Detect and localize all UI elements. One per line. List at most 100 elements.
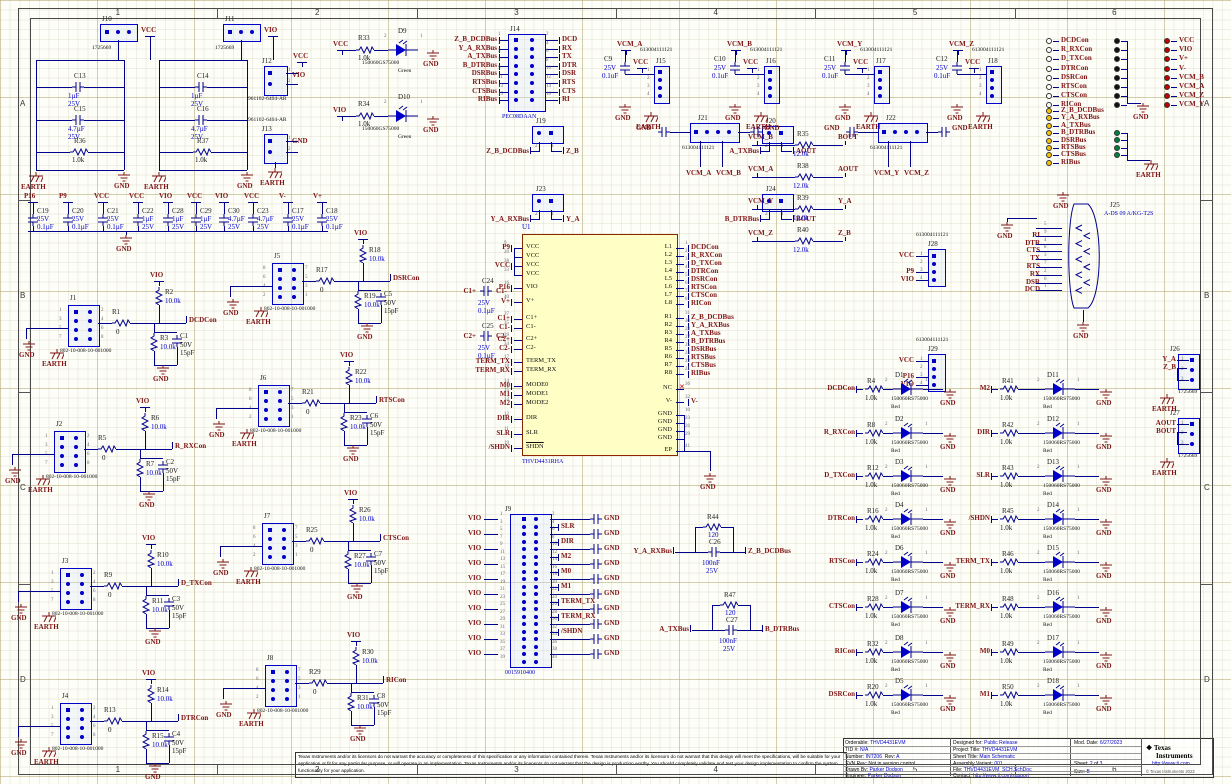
led-icon[interactable] [1045, 378, 1075, 396]
testpoint-earth[interactable] [1114, 130, 1120, 136]
resistor-icon[interactable] [316, 277, 334, 285]
resistor-icon[interactable] [309, 679, 327, 687]
led-icon[interactable] [388, 105, 418, 123]
testpoint-DSRBus[interactable] [1046, 138, 1052, 144]
capacitor-icon[interactable] [590, 529, 602, 539]
resistor-icon[interactable] [193, 148, 211, 156]
led-icon[interactable] [1045, 641, 1075, 659]
testpoint-earth[interactable] [1114, 145, 1120, 151]
connector-J28[interactable] [928, 249, 946, 287]
testpoint-gnd[interactable] [1114, 84, 1120, 90]
capacitor-icon[interactable] [952, 62, 962, 74]
connector-J15[interactable] [654, 66, 670, 104]
connector-J18[interactable] [986, 66, 1002, 104]
connector-J6[interactable] [258, 385, 290, 427]
connector-J8[interactable] [265, 665, 297, 707]
resistor-icon[interactable] [112, 319, 130, 327]
resistor-icon[interactable] [1000, 691, 1018, 699]
resistor-icon[interactable] [98, 445, 116, 453]
resistor-icon[interactable] [865, 472, 883, 480]
connector-J1[interactable] [68, 305, 100, 347]
capacitor-icon[interactable] [730, 62, 740, 74]
testpoint-VCM_B[interactable] [1164, 75, 1170, 81]
resistor-icon[interactable] [347, 693, 355, 711]
connector-J7[interactable] [262, 523, 294, 565]
resistor-icon[interactable] [865, 385, 883, 393]
resistor-icon[interactable] [865, 515, 883, 523]
resistor-icon[interactable] [136, 459, 144, 477]
capacitor-icon[interactable] [590, 514, 602, 524]
resistor-icon[interactable] [1000, 648, 1018, 656]
resistor-icon[interactable] [1000, 385, 1018, 393]
testpoint-VCM_A[interactable] [1164, 84, 1170, 90]
resistor-icon[interactable] [340, 413, 348, 431]
testpoint-gnd[interactable] [1114, 75, 1120, 81]
resistor-icon[interactable] [865, 603, 883, 611]
resistor-icon[interactable] [104, 717, 122, 725]
db9-connector[interactable] [1062, 202, 1106, 310]
led-icon[interactable] [388, 39, 418, 57]
resistor-icon[interactable] [147, 685, 155, 703]
testpoint-V-[interactable] [1164, 66, 1170, 72]
resistor-icon[interactable] [142, 731, 150, 749]
resistor-icon[interactable] [1000, 558, 1018, 566]
resistor-icon[interactable] [865, 558, 883, 566]
resistor-icon[interactable] [141, 413, 149, 431]
capacitor-icon[interactable] [195, 115, 207, 125]
resistor-icon[interactable] [150, 333, 158, 351]
capacitor-icon[interactable] [72, 115, 84, 125]
resistor-icon[interactable] [302, 399, 320, 407]
testpoint-A_TXBus[interactable] [1046, 123, 1052, 129]
resistor-icon[interactable] [795, 141, 813, 149]
capacitor-icon[interactable] [938, 127, 950, 137]
resistor-icon[interactable] [352, 647, 360, 665]
resistor-icon[interactable] [1000, 429, 1018, 437]
resistor-icon[interactable] [147, 550, 155, 568]
resistor-icon[interactable] [865, 429, 883, 437]
capacitor-icon[interactable] [620, 62, 630, 74]
resistor-icon[interactable] [142, 596, 150, 614]
testpoint-Z_B_DCDBus[interactable] [1046, 108, 1052, 114]
resistor-icon[interactable] [349, 505, 357, 523]
testpoint-RIBus[interactable] [1046, 160, 1052, 166]
testpoint-DCDCon[interactable] [1046, 38, 1052, 44]
resistor-icon[interactable] [70, 148, 88, 156]
testpoint-gnd[interactable] [1114, 66, 1120, 72]
testpoint-RTSCon[interactable] [1046, 84, 1052, 90]
resistor-icon[interactable] [795, 173, 813, 181]
resistor-icon[interactable] [104, 582, 122, 590]
connector-J9[interactable] [510, 514, 552, 668]
led-icon[interactable] [1045, 508, 1075, 526]
led-icon[interactable] [1045, 684, 1075, 702]
connector-J3[interactable] [60, 568, 92, 610]
connector-J5[interactable] [272, 263, 304, 305]
testpoint-DSRCon[interactable] [1046, 75, 1052, 81]
capacitor-icon[interactable] [725, 625, 737, 635]
capacitor-icon[interactable] [590, 574, 602, 584]
led-icon[interactable] [1045, 596, 1075, 614]
resistor-icon[interactable] [344, 551, 352, 569]
resistor-icon[interactable] [1000, 515, 1018, 523]
testpoint-VCC[interactable] [1164, 38, 1170, 44]
resistor-icon[interactable] [356, 46, 374, 54]
led-icon[interactable] [1045, 422, 1075, 440]
connector-J17[interactable] [874, 66, 890, 104]
capacitor-icon[interactable] [590, 634, 602, 644]
resistor-icon[interactable] [795, 205, 813, 213]
testpoint-RTSBus[interactable] [1046, 145, 1052, 151]
led-icon[interactable] [1045, 551, 1075, 569]
resistor-icon[interactable] [865, 691, 883, 699]
capacitor-icon[interactable] [72, 82, 84, 92]
connector-J2[interactable] [54, 431, 86, 473]
jumper-J23[interactable] [532, 194, 564, 212]
testpoint-DTRCon[interactable] [1046, 66, 1052, 72]
capacitor-icon[interactable] [840, 62, 850, 74]
resistor-icon[interactable] [345, 367, 353, 385]
jumper-J19[interactable] [532, 126, 564, 144]
testpoint-gnd[interactable] [1114, 38, 1120, 44]
capacitor-icon[interactable] [708, 547, 720, 557]
resistor-icon[interactable] [155, 287, 163, 305]
resistor-icon[interactable] [1000, 472, 1018, 480]
capacitor-icon[interactable] [195, 82, 207, 92]
resistor-icon[interactable] [703, 523, 721, 531]
